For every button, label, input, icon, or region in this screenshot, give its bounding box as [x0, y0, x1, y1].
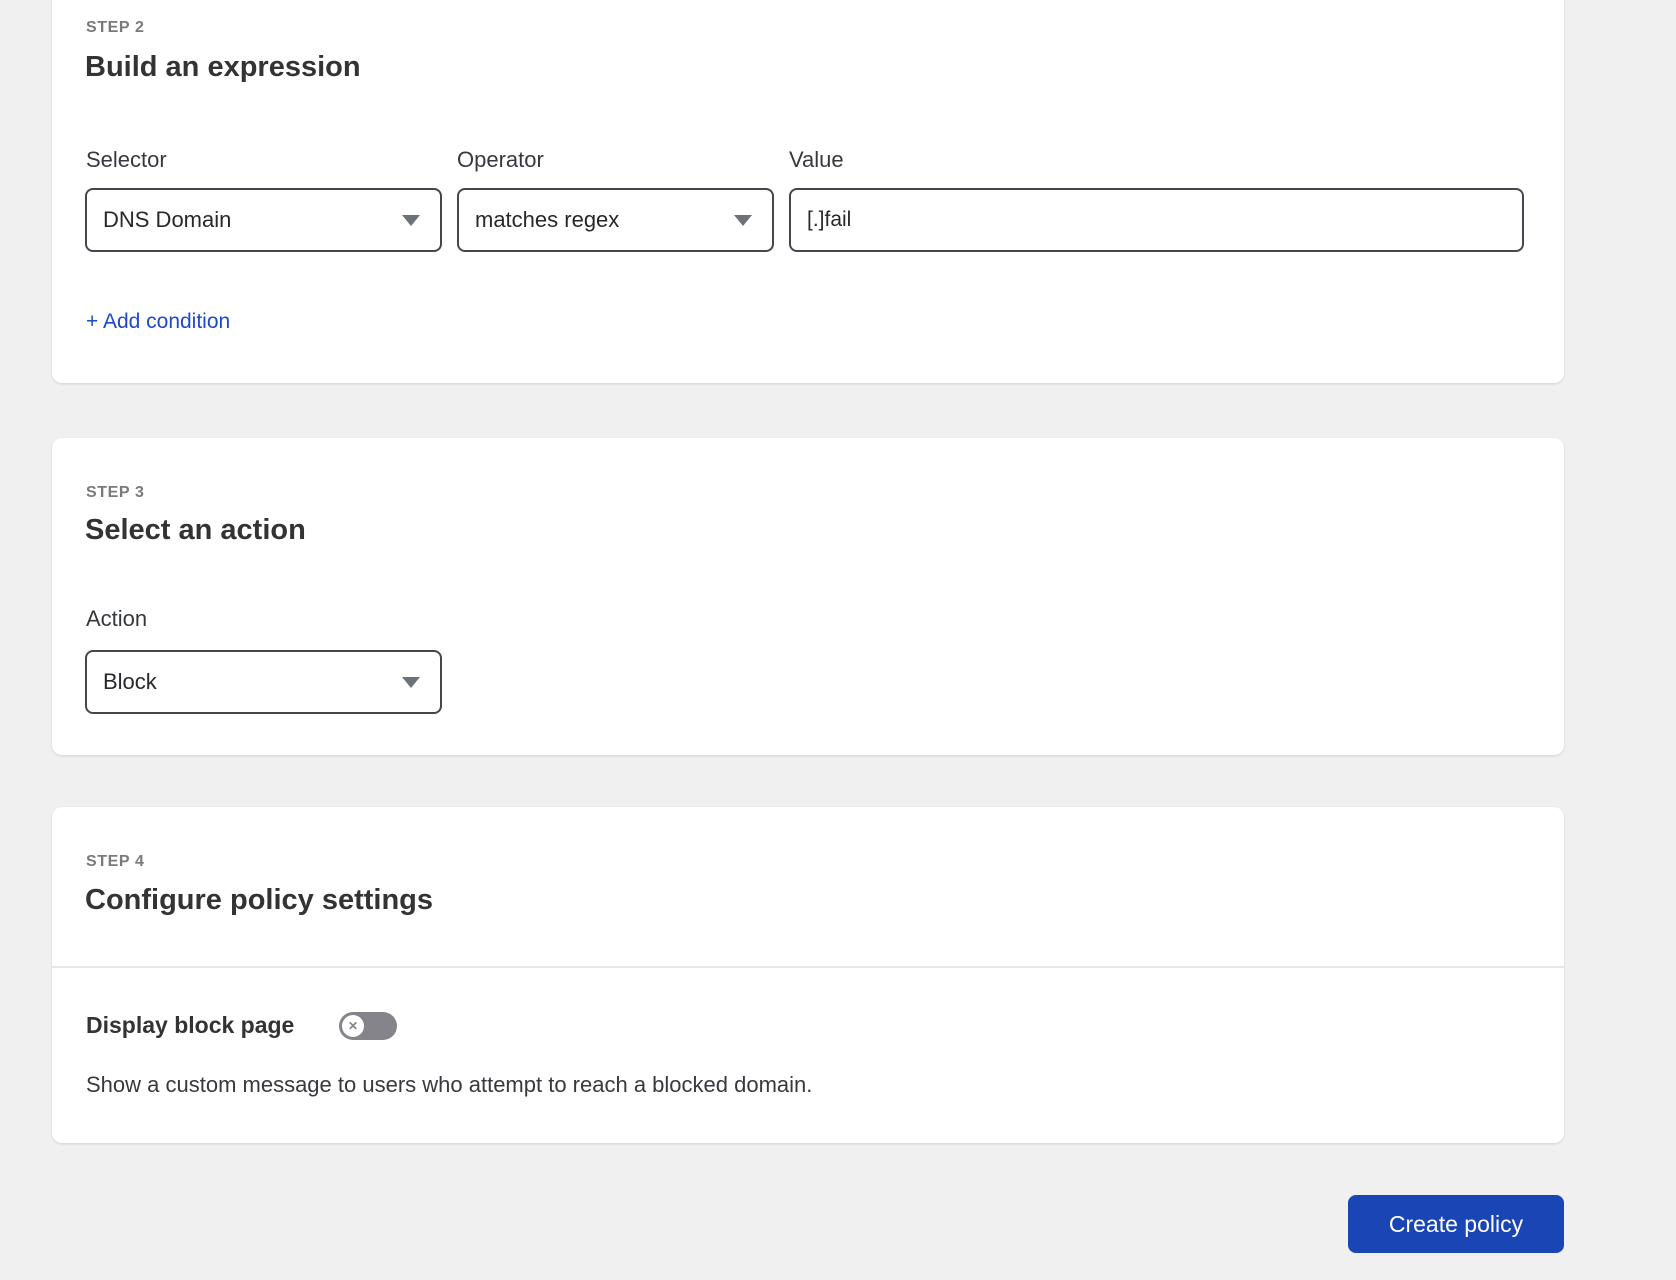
step2-eyebrow: STEP 2	[86, 19, 145, 36]
chevron-down-icon	[402, 214, 420, 226]
card-section-divider	[52, 966, 1564, 968]
operator-dropdown[interactable]: matches regex	[457, 188, 774, 252]
create-policy-button[interactable]: Create policy	[1348, 1195, 1564, 1253]
operator-label: Operator	[457, 147, 544, 172]
operator-dropdown-value: matches regex	[475, 207, 620, 232]
value-label: Value	[789, 147, 844, 172]
selector-label: Selector	[86, 147, 167, 172]
action-dropdown[interactable]: Block	[85, 650, 442, 714]
value-input[interactable]	[789, 188, 1524, 252]
step4-title: Configure policy settings	[85, 884, 434, 916]
selector-dropdown-value: DNS Domain	[103, 207, 232, 232]
action-dropdown-value: Block	[103, 669, 157, 694]
step3-title: Select an action	[85, 514, 306, 546]
chevron-down-icon	[402, 676, 420, 688]
add-condition-link[interactable]: + Add condition	[86, 310, 230, 334]
display-block-page-label: Display block page	[86, 1012, 295, 1038]
display-block-page-description: Show a custom message to users who attem…	[86, 1072, 813, 1097]
action-label: Action	[86, 606, 148, 631]
selector-dropdown[interactable]: DNS Domain	[85, 188, 442, 252]
chevron-down-icon	[734, 214, 752, 226]
toggle-off-x-icon: ✕	[342, 1015, 364, 1037]
display-block-page-toggle[interactable]: ✕	[339, 1012, 397, 1040]
step3-eyebrow: STEP 3	[86, 484, 145, 501]
step4-eyebrow: STEP 4	[86, 853, 145, 870]
step2-title: Build an expression	[85, 51, 361, 83]
